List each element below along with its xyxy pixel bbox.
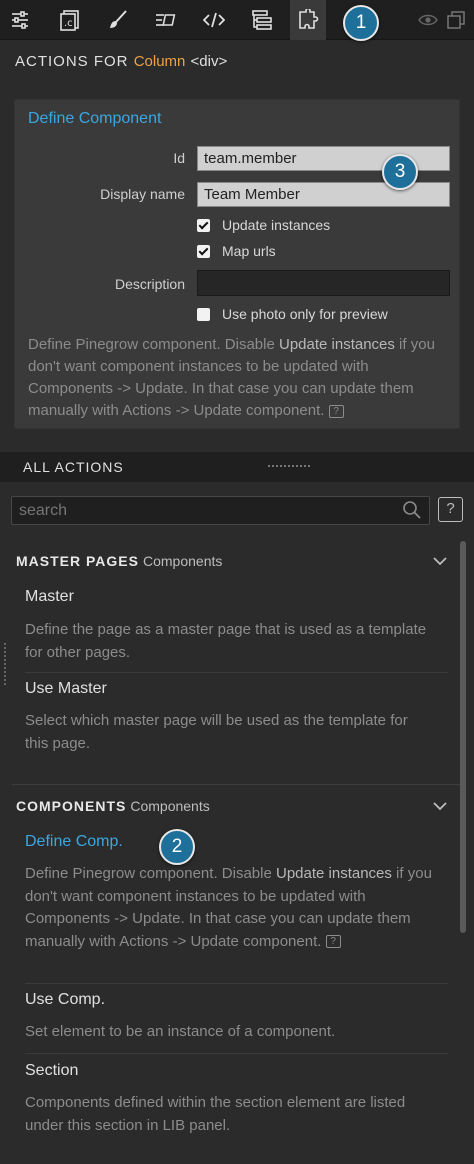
selected-element-tag: <div> xyxy=(190,53,228,70)
svg-text:.c: .c xyxy=(64,18,73,29)
checkbox-checked-icon[interactable] xyxy=(197,218,210,232)
photo-preview-label: Use photo only for preview xyxy=(222,306,388,322)
help-text-emphasis: Update instances xyxy=(278,336,395,353)
all-actions-title: ALL ACTIONS xyxy=(23,459,124,475)
define-comp-action-desc: Define Pinegrow component. Disable Updat… xyxy=(25,863,440,953)
master-action-title[interactable]: Master xyxy=(25,588,74,606)
section-action-title[interactable]: Section xyxy=(25,1062,78,1080)
master-pages-section-header[interactable]: MASTER PAGES Components xyxy=(16,553,222,569)
code-icon[interactable] xyxy=(196,4,232,36)
divider xyxy=(25,983,448,984)
search-input[interactable] xyxy=(11,496,430,525)
update-instances-checkbox[interactable]: Update instances xyxy=(197,217,330,233)
description-field[interactable] xyxy=(197,270,450,296)
master-pages-title: MASTER PAGES xyxy=(16,553,139,569)
help-question-icon[interactable]: ? xyxy=(325,935,341,949)
display-name-field[interactable]: Team Member xyxy=(197,182,450,207)
scrollbar[interactable] xyxy=(460,541,466,933)
checkbox-unchecked-icon[interactable] xyxy=(197,307,210,321)
map-urls-checkbox[interactable]: Map urls xyxy=(197,243,276,259)
section-action-desc: Components defined within the section el… xyxy=(25,1094,406,1134)
resize-grip-icon[interactable] xyxy=(268,465,310,468)
map-urls-label: Map urls xyxy=(222,243,276,259)
display-name-label: Display name xyxy=(100,186,185,202)
define-comp-action-title[interactable]: Define Comp. xyxy=(25,833,123,851)
actions-for-label: ACTIONS FOR xyxy=(15,53,129,70)
tree-icon[interactable] xyxy=(244,4,280,36)
use-master-action-desc: Select which master page will be used as… xyxy=(25,712,408,752)
divider xyxy=(25,672,448,673)
define-component-panel: Define Component Id team.member Display … xyxy=(14,99,460,429)
callout-1: 1 xyxy=(343,5,379,41)
components-title: COMPONENTS xyxy=(16,798,127,814)
help-text-part: Define Pinegrow component. Disable xyxy=(28,336,279,353)
actions-puzzle-icon[interactable] xyxy=(290,0,326,40)
callout-3: 3 xyxy=(382,154,418,190)
search-help-icon[interactable]: ? xyxy=(438,497,463,522)
panel-resize-handle[interactable] xyxy=(4,643,7,685)
update-instances-label: Update instances xyxy=(222,217,331,233)
css-icon[interactable]: .c xyxy=(52,4,88,36)
search-icon xyxy=(402,500,422,525)
eye-icon[interactable] xyxy=(414,4,442,36)
style-brush-icon[interactable] xyxy=(100,4,136,36)
desc-text-emphasis: Update instances xyxy=(275,865,392,882)
checkbox-checked-icon[interactable] xyxy=(197,244,210,258)
use-master-action-title[interactable]: Use Master xyxy=(25,680,107,698)
define-component-help: Define Pinegrow component. Disable Updat… xyxy=(28,334,453,422)
id-label: Id xyxy=(173,150,185,166)
components-section-header[interactable]: COMPONENTS Components xyxy=(16,798,210,814)
divider xyxy=(12,784,460,785)
master-action-desc: Define the page as a master page that is… xyxy=(25,621,427,661)
use-comp-action-title[interactable]: Use Comp. xyxy=(25,991,105,1009)
selected-element-name[interactable]: Column xyxy=(134,53,186,70)
description-label: Description xyxy=(114,276,185,292)
define-component-title: Define Component xyxy=(28,110,162,127)
divider xyxy=(25,1053,448,1054)
photo-preview-checkbox[interactable]: Use photo only for preview xyxy=(197,306,388,322)
help-question-icon[interactable]: ? xyxy=(328,404,344,418)
chevron-down-icon[interactable] xyxy=(432,554,448,572)
components-subtitle: Components xyxy=(130,798,210,814)
top-toolbar: .c xyxy=(0,0,474,40)
callout-2: 2 xyxy=(159,829,195,865)
chevron-down-icon[interactable] xyxy=(432,799,448,817)
desc-text-part: Define Pinegrow component. Disable xyxy=(25,865,276,882)
detach-window-icon[interactable] xyxy=(442,4,470,36)
actions-for-header: ACTIONS FOR Column <div> xyxy=(15,53,227,70)
properties-icon[interactable] xyxy=(2,4,38,36)
text-format-icon[interactable] xyxy=(148,4,184,36)
use-comp-action-desc: Set element to be an instance of a compo… xyxy=(25,1023,336,1040)
master-pages-subtitle: Components xyxy=(142,553,223,569)
all-actions-bar: ALL ACTIONS xyxy=(0,452,474,482)
